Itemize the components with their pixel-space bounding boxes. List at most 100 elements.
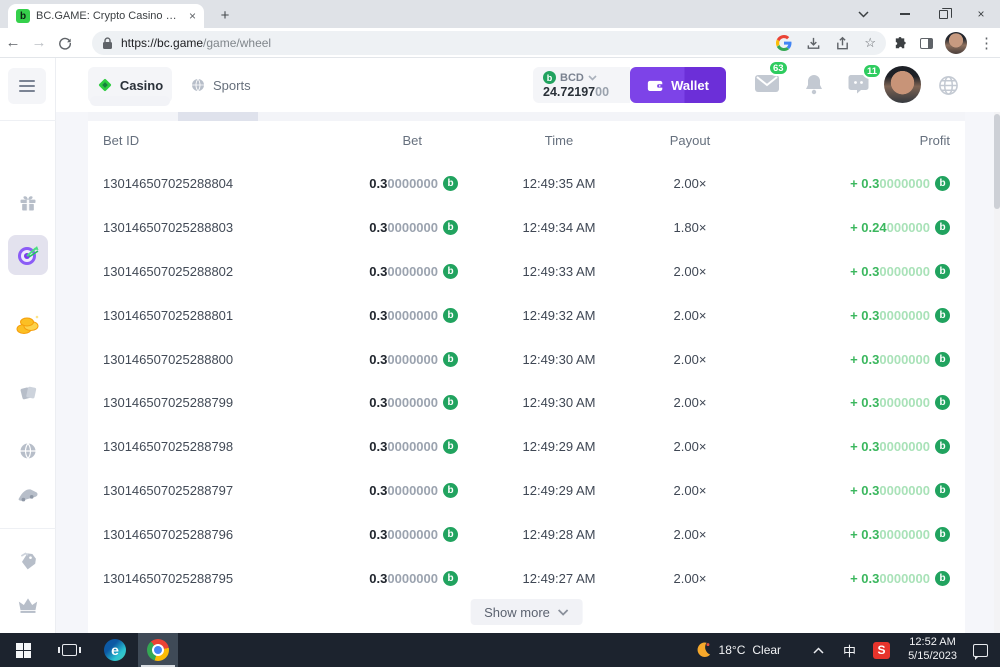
- table-row: 130146507025288801 0.30000000 b 12:49:32…: [88, 293, 965, 337]
- coin-icon: b: [935, 264, 950, 279]
- profit-cell: + 0.30000000 b: [850, 264, 950, 279]
- time-cell: 12:49:30 AM: [523, 395, 596, 410]
- profit-cell: + 0.30000000 b: [850, 527, 950, 542]
- page-scrollbar[interactable]: [994, 112, 1000, 633]
- bet-id-cell[interactable]: 130146507025288798: [103, 439, 338, 454]
- save-page-icon[interactable]: [806, 36, 821, 51]
- partial-scrolled-element: [90, 96, 170, 106]
- table-row: 130146507025288798 0.30000000 b 12:49:29…: [88, 425, 965, 469]
- taskbar-chevron-up-icon[interactable]: [803, 647, 834, 654]
- bet-cell: 0.30000000 b: [369, 352, 458, 367]
- bet-cell: 0.30000000 b: [369, 176, 458, 191]
- bet-cell: 0.30000000 b: [369, 220, 458, 235]
- reload-icon[interactable]: [52, 36, 78, 50]
- action-center-icon[interactable]: [973, 644, 988, 657]
- sidebar-item-promotions[interactable]: [8, 541, 48, 581]
- coin-icon: b: [935, 220, 950, 235]
- ime-indicator[interactable]: 中: [834, 641, 865, 660]
- nav-sports[interactable]: Sports: [190, 67, 251, 103]
- coin-icon: b: [443, 395, 458, 410]
- bet-id-cell[interactable]: 130146507025288799: [103, 395, 338, 410]
- bet-id-cell[interactable]: 130146507025288802: [103, 264, 338, 279]
- bet-id-cell[interactable]: 130146507025288796: [103, 527, 338, 542]
- task-view-button[interactable]: [46, 633, 92, 667]
- minimize-button[interactable]: [886, 0, 924, 28]
- col-profit: Profit: [920, 133, 950, 148]
- chevron-down-icon: [588, 75, 597, 81]
- sidebar-item-cards[interactable]: [8, 373, 48, 413]
- chat-badge: 11: [862, 63, 882, 79]
- table-row: 130146507025288799 0.30000000 b 12:49:30…: [88, 381, 965, 425]
- weather-widget[interactable]: 18°C Clear: [694, 641, 804, 659]
- browser-tab-bar: b BC.GAME: Crypto Casino Games × + ×: [0, 0, 1000, 28]
- window-controls: ×: [886, 0, 1000, 28]
- balance-selector[interactable]: b BCD 24.7219700: [533, 67, 630, 103]
- sidebar-item-bonus[interactable]: [8, 183, 48, 223]
- language-globe-icon[interactable]: [938, 75, 959, 96]
- bet-id-cell[interactable]: 130146507025288801: [103, 308, 338, 323]
- bookmark-star-icon[interactable]: ☆: [864, 35, 876, 51]
- bet-id-cell[interactable]: 130146507025288803: [103, 220, 338, 235]
- bet-id-cell[interactable]: 130146507025288804: [103, 176, 338, 191]
- time-cell: 12:49:27 AM: [523, 571, 596, 586]
- restore-button[interactable]: [924, 0, 962, 28]
- tab-search-icon[interactable]: [846, 0, 880, 28]
- url-text: https://bc.game/game/wheel: [121, 36, 271, 50]
- share-icon[interactable]: [835, 36, 850, 51]
- sidebar-item-coins[interactable]: [8, 305, 48, 345]
- profit-cell: + 0.30000000 b: [850, 395, 950, 410]
- menu-button[interactable]: [8, 68, 46, 104]
- address-bar[interactable]: https://bc.game/game/wheel ☆: [92, 31, 886, 55]
- start-button[interactable]: [0, 633, 46, 667]
- profit-cell: + 0.30000000 b: [850, 176, 950, 191]
- windows-taskbar: e 18°C Clear 中 S 12:52 AM 5/15/2023: [0, 633, 1000, 667]
- back-icon[interactable]: ←: [0, 34, 26, 51]
- payout-cell: 2.00×: [674, 483, 707, 498]
- bet-id-cell[interactable]: 130146507025288795: [103, 571, 338, 586]
- chrome-icon-active[interactable]: [138, 633, 178, 667]
- site-header: Casino Sports b BCD 24.7219700 Wal: [56, 58, 1000, 112]
- browser-tab[interactable]: b BC.GAME: Crypto Casino Games ×: [8, 4, 204, 28]
- bell-icon[interactable]: [804, 74, 824, 95]
- coin-icon: b: [935, 571, 950, 586]
- show-more-button[interactable]: Show more: [470, 599, 583, 625]
- time-cell: 12:49:34 AM: [523, 220, 596, 235]
- table-row: 130146507025288796 0.30000000 b 12:49:28…: [88, 512, 965, 556]
- profit-cell: + 0.24000000 b: [850, 220, 950, 235]
- bet-id-cell[interactable]: 130146507025288797: [103, 483, 338, 498]
- bets-tabstrip-partial[interactable]: [88, 112, 965, 121]
- side-panel-icon[interactable]: [920, 38, 933, 49]
- payout-cell: 2.00×: [674, 395, 707, 410]
- bet-table-body: 130146507025288804 0.30000000 b 12:49:35…: [88, 162, 965, 600]
- mail-icon[interactable]: [755, 74, 779, 93]
- tab-close-icon[interactable]: ×: [189, 9, 196, 23]
- payout-cell: 2.00×: [674, 176, 707, 191]
- coin-icon: b: [935, 483, 950, 498]
- sidebar-item-racing[interactable]: [8, 475, 48, 515]
- coin-icon: b: [443, 352, 458, 367]
- forward-icon[interactable]: →: [26, 34, 52, 51]
- taskbar-clock[interactable]: 12:52 AM 5/15/2023: [898, 636, 967, 664]
- browser-menu-icon[interactable]: ⋮: [979, 34, 994, 52]
- table-row: 130146507025288797 0.30000000 b 12:49:29…: [88, 469, 965, 513]
- sogou-ime-icon[interactable]: S: [873, 642, 890, 659]
- coin-icon: b: [443, 527, 458, 542]
- bet-table-header: Bet ID Bet Time Payout Profit: [88, 121, 965, 159]
- wallet-button[interactable]: Wallet: [630, 67, 726, 103]
- sidebar-item-vip[interactable]: [8, 585, 48, 625]
- close-window-button[interactable]: ×: [962, 0, 1000, 28]
- google-icon[interactable]: [776, 35, 792, 51]
- new-tab-button[interactable]: +: [214, 4, 236, 26]
- lock-icon[interactable]: [102, 37, 113, 50]
- sidebar-item-sports[interactable]: [8, 431, 48, 471]
- edge-icon[interactable]: e: [92, 633, 138, 667]
- payout-cell: 2.00×: [674, 264, 707, 279]
- user-avatar[interactable]: [884, 66, 921, 103]
- bet-id-cell[interactable]: 130146507025288800: [103, 352, 338, 367]
- coin-icon: b: [443, 176, 458, 191]
- table-row: 130146507025288795 0.30000000 b 12:49:27…: [88, 556, 965, 600]
- extensions-icon[interactable]: [893, 36, 908, 51]
- browser-profile-avatar[interactable]: [945, 32, 967, 54]
- sidebar-item-wheel-active[interactable]: [8, 235, 48, 275]
- balance-amount: 24.7219700: [543, 85, 622, 99]
